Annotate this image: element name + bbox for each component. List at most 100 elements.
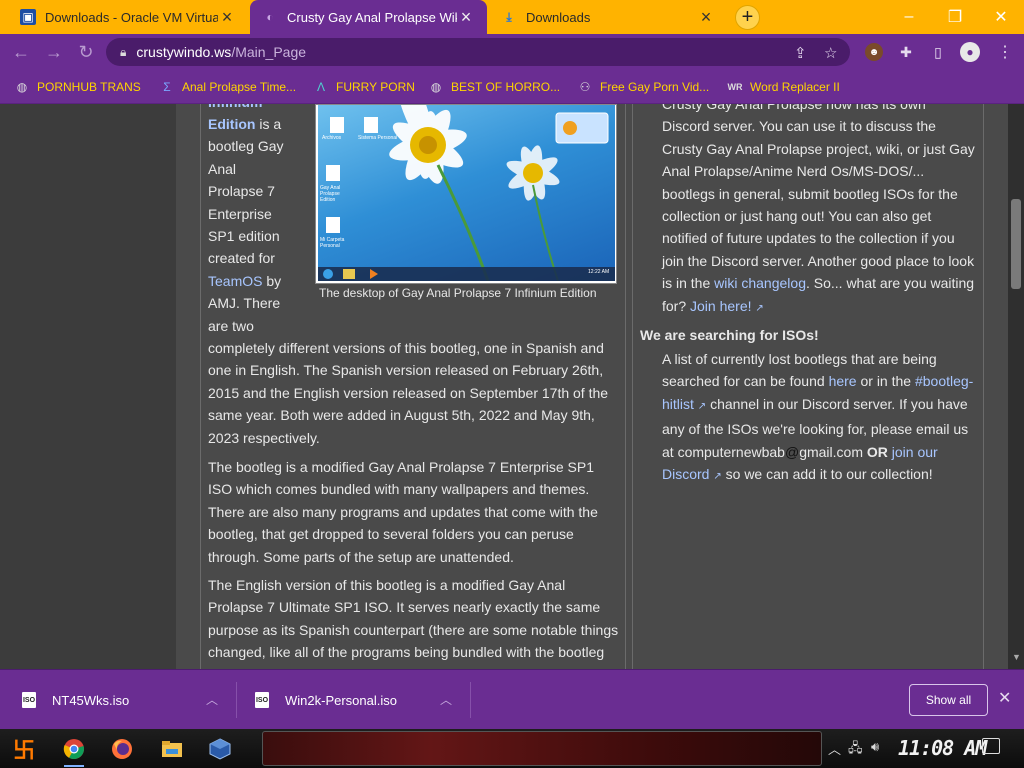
chevron-up-icon[interactable]: ︿ xyxy=(440,691,452,708)
extensions-puzzle-icon[interactable]: ✚ xyxy=(897,43,915,61)
text-line: A list of currently lost bootlegs that a… xyxy=(662,351,937,367)
edition-link[interactable]: Edition xyxy=(208,116,255,132)
close-icon[interactable]: × xyxy=(457,7,475,28)
bootleg-hitlist-link[interactable]: #bootleg- xyxy=(915,373,973,389)
share-icon[interactable]: ⇪ xyxy=(794,44,807,62)
intro-text: SP1 edition xyxy=(208,228,280,245)
network-icon[interactable]: 🖧︎ xyxy=(848,739,863,761)
text-line: Crusty Gay Anal Prolapse project, wiki, … xyxy=(662,140,975,157)
virtualbox-taskbar-icon[interactable] xyxy=(204,733,236,765)
forward-button[interactable]: → xyxy=(44,42,64,62)
download-filename: NT45Wks.iso xyxy=(52,692,130,708)
taskbar-clock[interactable]: 11:08 AM xyxy=(898,736,987,760)
text-line: There are also many programs and updates… xyxy=(208,503,598,520)
chrome-taskbar-icon[interactable] xyxy=(58,733,90,767)
text-line: Anal Prolapse/Anime Nerd Os/MS-DOS/... xyxy=(662,163,925,180)
file-explorer-taskbar-icon[interactable] xyxy=(156,733,188,765)
firefox-taskbar-icon[interactable] xyxy=(106,733,138,765)
bookmark-label: Free Gay Porn Vid... xyxy=(600,80,710,94)
close-icon[interactable]: ✕ xyxy=(998,688,1011,708)
divider xyxy=(470,682,471,718)
tab-title: Downloads - Oracle VM Virtual xyxy=(45,9,218,25)
taskbar-decoration xyxy=(262,731,822,766)
text-line: 2015 and the English version released on… xyxy=(208,384,609,401)
text-line: . So... what are you waiting xyxy=(805,275,975,292)
text-line: for? xyxy=(662,297,687,314)
text-line: so we can add it to our collection! xyxy=(725,466,933,483)
tab-virtualbox-downloads[interactable]: ▣ Downloads - Oracle VM Virtual × xyxy=(8,0,248,34)
paragraph-versions: completely different versions of this bo… xyxy=(208,337,624,449)
minimize-button[interactable]: – xyxy=(886,5,932,29)
chevron-up-icon[interactable]: ︿ xyxy=(828,739,841,758)
text-line: Crusty Gay Anal Prolapse now has its own xyxy=(662,104,926,112)
wiki-changelog-link[interactable]: wiki changelog xyxy=(714,275,806,291)
desktop-screenshot[interactable]: Archivos Sistema Personal Gay Anal Prola… xyxy=(315,104,617,284)
new-tab-button[interactable]: + xyxy=(735,5,760,30)
bookmarks-bar: ◍ PORNHUB TRANS Σ Anal Prolapse Time... ΛF… xyxy=(0,70,1024,104)
tab-wiki[interactable]: ◐ Crusty Gay Anal Prolapse Wiki × xyxy=(250,0,487,34)
article-title-cut[interactable]: Infinium xyxy=(208,104,262,113)
close-window-button[interactable]: ✕ xyxy=(978,5,1024,29)
at-sign: @ xyxy=(784,443,800,460)
address-bar[interactable]: 🔒︎ crustywindo.ws/Main_Page ⇪ ☆ xyxy=(106,38,850,66)
scrollbar-thumb[interactable] xyxy=(1011,199,1021,289)
text-line: is in the xyxy=(662,275,711,292)
globe-icon: ◍ xyxy=(430,80,442,94)
intro-text: Prolapse 7 xyxy=(208,183,275,200)
text-line: bootleg, that get dropped to several fol… xyxy=(208,526,574,543)
teamos-link[interactable]: TeamOS xyxy=(208,273,262,289)
chevron-up-icon[interactable]: ︿ xyxy=(206,691,218,708)
wr-icon: WR xyxy=(727,82,743,92)
divider xyxy=(236,682,237,718)
discord-link[interactable]: Discord xyxy=(662,466,709,482)
bookmark-best-of-horror[interactable]: ◍ BEST OF HORRO... xyxy=(428,78,560,96)
bookmark-word-replacer[interactable]: WR Word Replacer II xyxy=(727,78,840,96)
download-item-win2k-personal[interactable]: ISO Win2k-Personal.iso xyxy=(255,688,397,712)
scroll-down-icon[interactable]: ▼ xyxy=(1012,652,1021,662)
back-button[interactable]: ← xyxy=(11,42,31,62)
restore-button[interactable]: ❐ xyxy=(932,5,978,29)
lock-icon: 🔒︎ xyxy=(120,44,127,59)
close-icon[interactable]: × xyxy=(218,7,236,28)
bookmark-pornhub-trans[interactable]: ◍ PORNHUB TRANS xyxy=(14,78,141,96)
volume-icon[interactable]: 🔊︎ xyxy=(871,739,879,755)
screenshot-caption: The desktop of Gay Anal Prolapse 7 Infin… xyxy=(319,286,597,300)
bookmark-free-gay-porn-vid[interactable]: ⚇ Free Gay Porn Vid... xyxy=(577,78,710,96)
text-line: The English version of this bootleg is a… xyxy=(208,577,566,593)
desktop-icon-label: Gay Anal Prolapse Edition xyxy=(320,185,341,203)
bookmark-anal-prolapse-time[interactable]: Σ Anal Prolapse Time... xyxy=(159,78,296,96)
bookmark-furry-porn[interactable]: Λ FURRY PORN xyxy=(313,78,415,96)
sidepanel-icon[interactable]: ▯ xyxy=(929,43,947,61)
menu-icon[interactable]: ⋮ xyxy=(996,43,1014,61)
intro-text: Anal xyxy=(208,160,237,177)
page-scrollbar[interactable]: ▼ xyxy=(1008,104,1024,669)
text-line: notified of future updates to the collec… xyxy=(662,230,955,247)
star-icon[interactable]: ☆ xyxy=(824,44,837,62)
bookmark-label: PORNHUB TRANS xyxy=(37,80,141,94)
profile-avatar-icon[interactable]: ● xyxy=(960,42,980,62)
bootleg-hitlist-link[interactable]: hitlist xyxy=(662,396,694,412)
iso-file-icon: ISO xyxy=(255,692,269,708)
tab-title: Crusty Gay Anal Prolapse Wiki xyxy=(287,9,457,25)
close-icon[interactable]: × xyxy=(697,7,715,28)
join-discord-link[interactable]: join our xyxy=(892,444,938,460)
text-line: Prolapse 7 Ultimate SP1 ISO. It serves n… xyxy=(208,599,601,616)
start-button[interactable]: 卐 xyxy=(8,733,40,765)
download-item-nt45wks[interactable]: ISO NT45Wks.iso xyxy=(22,688,129,712)
extension-avatar-icon[interactable]: ☻ xyxy=(865,43,883,61)
show-all-button[interactable]: Show all xyxy=(909,684,988,716)
text-line: any of the ISOs we're looking for, pleas… xyxy=(662,421,969,438)
intro-text: AMJ. There xyxy=(208,295,281,312)
text-line: The bootleg is a modified Gay Anal Prola… xyxy=(208,459,594,475)
tab-downloads[interactable]: ⤓ Downloads × xyxy=(489,0,727,34)
notification-icon[interactable] xyxy=(982,738,1000,754)
here-link[interactable]: here xyxy=(829,373,857,389)
text-line: same year. Both were added in August 5th… xyxy=(208,407,595,424)
discord-paragraph: Crusty Gay Anal Prolapse now has its own… xyxy=(662,104,982,320)
sigma-icon: Σ xyxy=(163,80,171,94)
desktop-clock: 12:22 AM xyxy=(588,269,610,275)
join-here-link[interactable]: Join here! xyxy=(690,298,751,314)
reload-button[interactable]: ↻ xyxy=(76,42,96,62)
iso-file-icon: ISO xyxy=(22,692,36,708)
text-line: channel in our Discord server. If you ha… xyxy=(710,395,968,412)
